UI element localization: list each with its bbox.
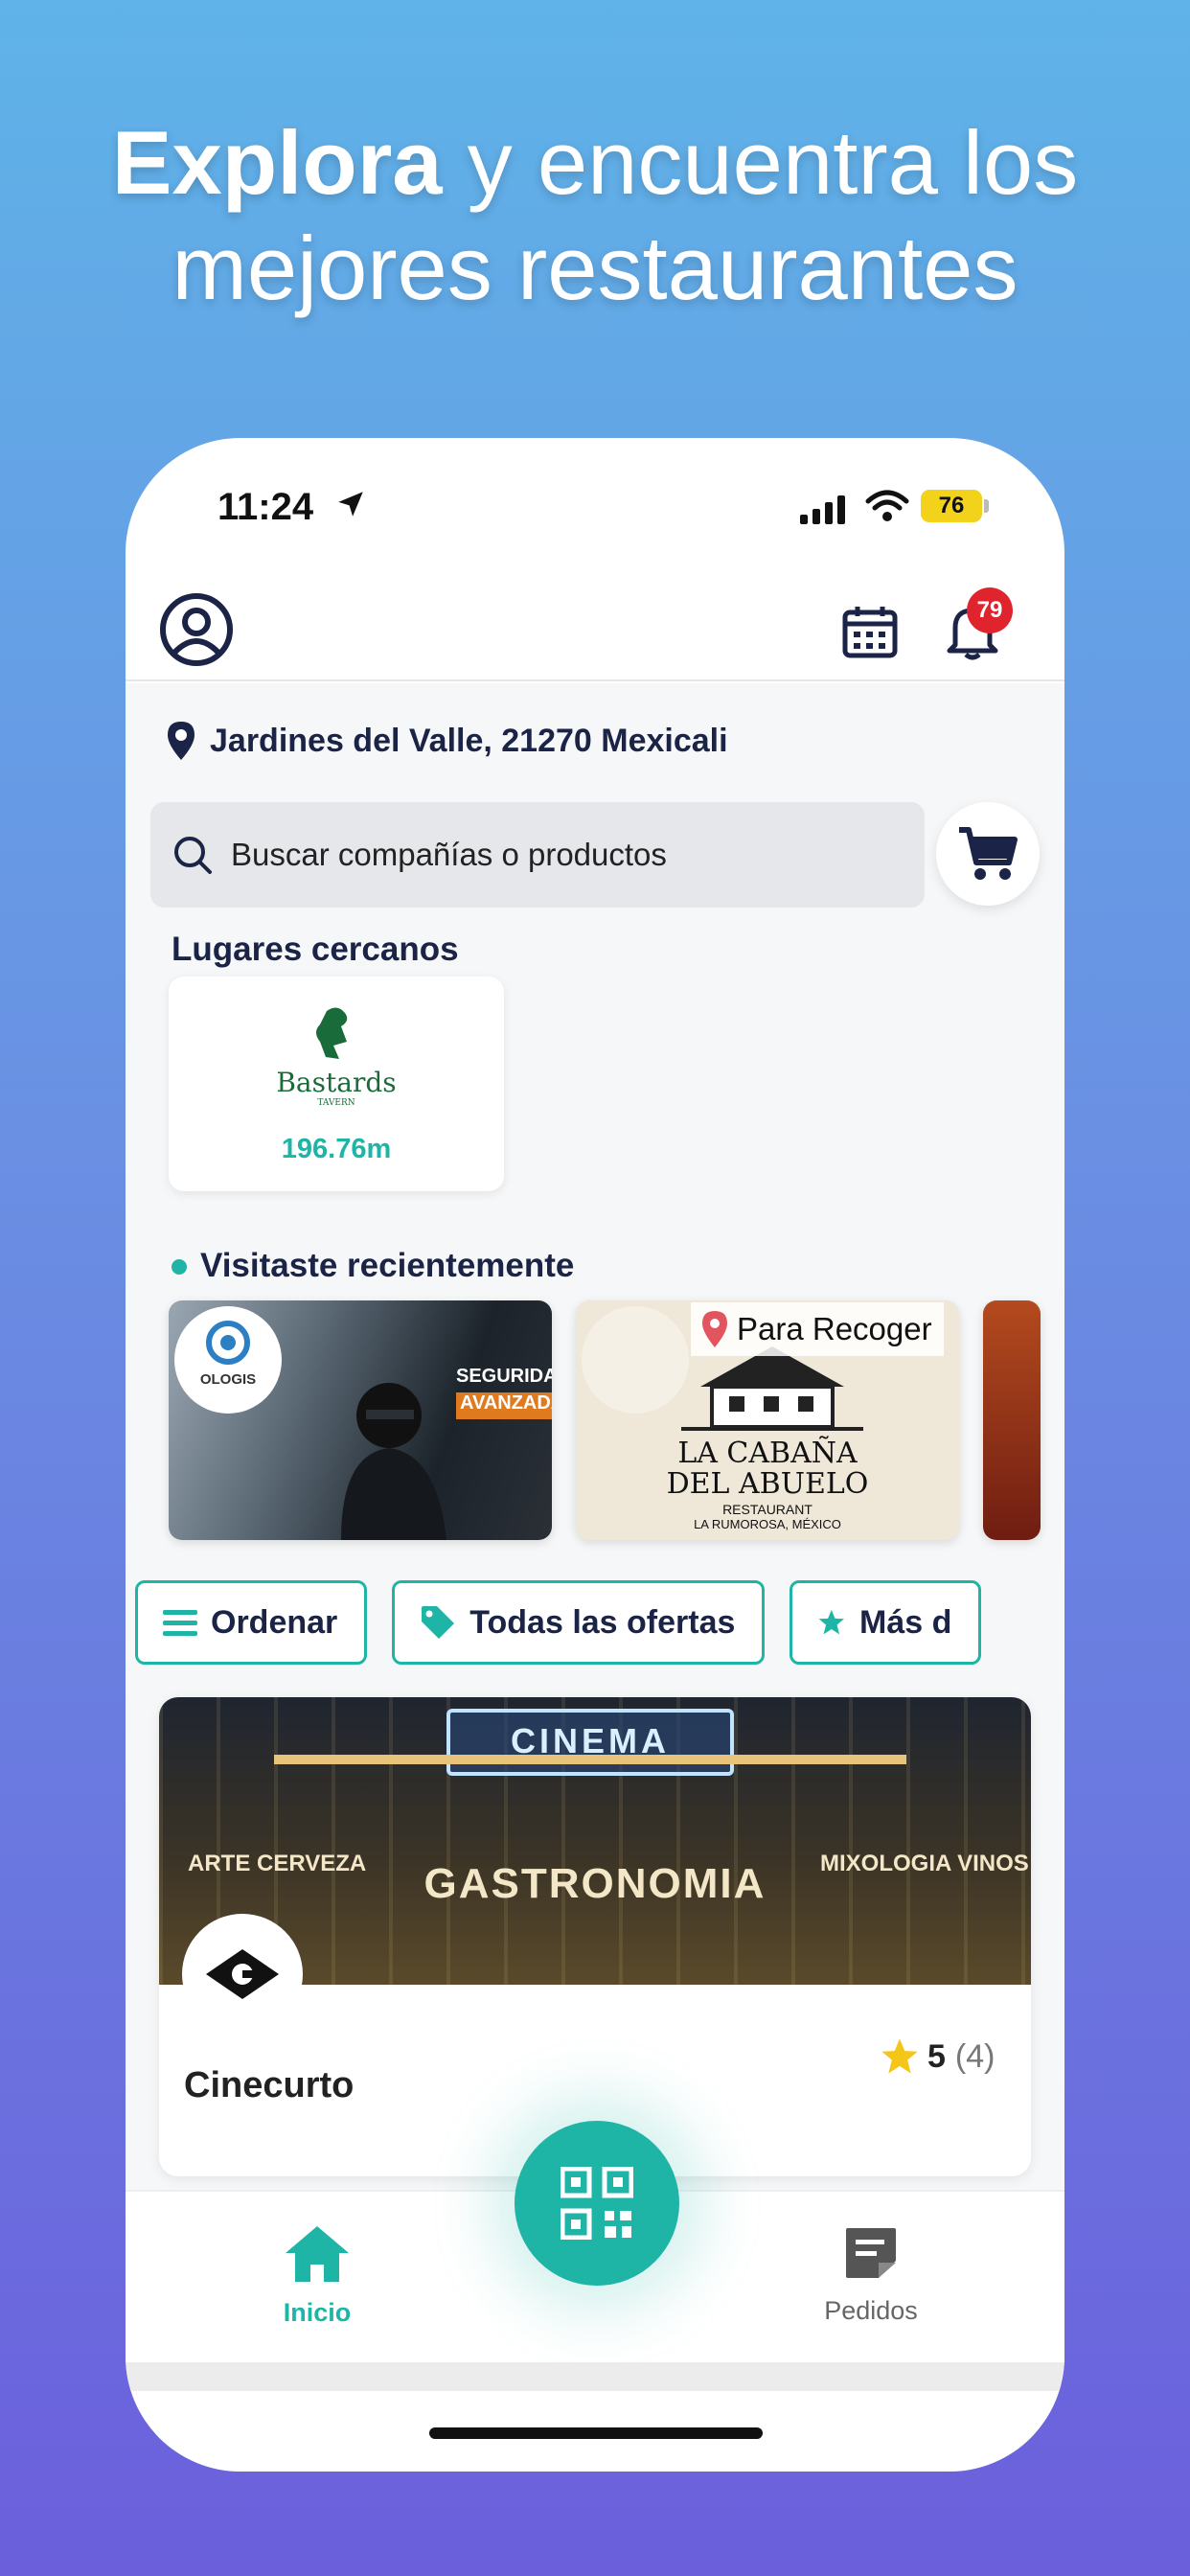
security-banner-2: AVANZADA — [456, 1392, 552, 1419]
notification-badge: 79 — [967, 587, 1013, 633]
ologis-logo: OLOGIS — [174, 1306, 282, 1414]
location-text: Jardines del Valle, 21270 Mexicali — [210, 722, 728, 759]
headline-line1: y encuentra los — [442, 112, 1079, 213]
cabana-sub-1: RESTAURANT — [722, 1502, 812, 1517]
filter-chips: Ordenar Todas las ofertas Más d — [135, 1580, 1006, 1665]
phone-frame: 11:24 76 79 Jardines del Valle, 21270 Me… — [126, 438, 1064, 2472]
nearby-card[interactable]: Bastards TAVERN 196.76m — [169, 977, 504, 1191]
more-chip-label: Más d — [859, 1603, 952, 1641]
security-banner-1: SEGURIDAD — [456, 1366, 552, 1387]
cabana-name-2: DEL ABUELO — [666, 1467, 869, 1501]
tab-orders-label: Pedidos — [824, 2296, 918, 2325]
bastards-logo-text: Bastards — [276, 1067, 396, 1098]
rating-count: (4) — [954, 2037, 995, 2075]
recent-card-cabana[interactable]: Para Recoger LA CABAÑA DEL ABUELO RESTAU… — [576, 1300, 959, 1540]
recent-title: Visitaste recientemente — [200, 1247, 575, 1284]
cart-icon — [959, 827, 1018, 880]
top-bar: 79 — [126, 563, 1064, 681]
burglar-photo-illustration — [341, 1383, 446, 1540]
menu-icon — [163, 1610, 197, 1636]
restaurant-name: Cinecurto — [184, 2065, 355, 2105]
more-chip[interactable]: Más d — [790, 1580, 982, 1665]
bottom-strip — [126, 2362, 1064, 2391]
ologis-logo-text: OLOGIS — [199, 1371, 257, 1388]
nearby-title: Lugares cercanos — [172, 931, 459, 968]
qr-code-icon — [561, 2167, 633, 2240]
map-pin-icon — [168, 722, 195, 760]
cabana-sub-2: LA RUMOROSA, MÉXICO — [694, 1517, 841, 1531]
qr-scan-button[interactable] — [515, 2121, 679, 2286]
cinema-sign: CINEMA — [446, 1709, 734, 1776]
main-content: Jardines del Valle, 21270 Mexicali Busca… — [126, 683, 1064, 2190]
nearby-distance: 196.76m — [281, 1134, 392, 1164]
bastards-logo: Bastards TAVERN — [276, 1007, 397, 1108]
sign-left: ARTE CERVEZA — [188, 1851, 367, 1876]
home-icon — [286, 2226, 349, 2282]
battery-tip — [984, 499, 989, 513]
headline-line2: mejores restaurantes — [172, 218, 1018, 318]
sort-chip[interactable]: Ordenar — [135, 1580, 368, 1665]
search-icon — [174, 837, 212, 874]
restaurant-rating: 5 (4) — [880, 2036, 995, 2077]
status-time: 11:24 — [217, 486, 314, 528]
location-arrow-icon — [338, 492, 363, 517]
headline: Explora y encuentra los mejores restaura… — [0, 110, 1190, 321]
search-input[interactable]: Buscar compañías o productos — [150, 802, 925, 908]
recent-card-partial[interactable] — [983, 1300, 1041, 1540]
bastards-logo-sub: TAVERN — [317, 1098, 355, 1108]
cart-button[interactable] — [936, 802, 1040, 906]
rating-value: 5 — [927, 2037, 946, 2075]
tag-icon — [422, 1606, 455, 1639]
pickup-text: Para Recoger — [737, 1311, 932, 1346]
search-placeholder: Buscar compañías o productos — [231, 837, 667, 872]
marquee-bar — [274, 1755, 906, 1764]
status-bar: 11:24 76 — [126, 438, 1064, 563]
ologis-mark-icon — [206, 1321, 250, 1365]
headline-bold: Explora — [111, 112, 443, 213]
tab-orders[interactable]: Pedidos — [775, 2224, 967, 2326]
home-indicator[interactable] — [429, 2427, 763, 2439]
signal-icon — [800, 495, 845, 524]
restaurant-card[interactable]: CINEMA GASTRONOMIA ARTE CERVEZA MIXOLOGI… — [159, 1697, 1031, 2176]
star-icon — [819, 1609, 845, 1635]
wifi-icon — [865, 490, 909, 521]
calendar-icon[interactable] — [842, 605, 898, 658]
battery-indicator: 76 — [921, 490, 982, 522]
cinecurto-logo-icon — [206, 1949, 279, 1999]
pickup-label: Para Recoger — [691, 1302, 944, 1356]
profile-avatar-icon[interactable] — [160, 593, 233, 666]
sign-right: MIXOLOGIA VINOS — [820, 1851, 1029, 1876]
location-selector[interactable]: Jardines del Valle, 21270 Mexicali — [166, 720, 728, 762]
offers-chip-label: Todas las ofertas — [469, 1603, 736, 1641]
recent-card-ologis[interactable]: OLOGIS SEGURIDAD AVANZADA — [169, 1300, 552, 1540]
sort-chip-label: Ordenar — [211, 1603, 338, 1641]
recent-dot — [172, 1259, 187, 1275]
pin-icon — [702, 1311, 727, 1347]
star-icon — [881, 2038, 918, 2074]
cabana-logo — [582, 1306, 689, 1414]
tab-home[interactable]: Inicio — [221, 2224, 413, 2328]
tab-home-label: Inicio — [283, 2298, 352, 2327]
offers-chip[interactable]: Todas las ofertas — [392, 1580, 766, 1665]
restaurant-logo — [182, 1914, 303, 2035]
orders-icon — [846, 2228, 896, 2278]
cabana-name-1: LA CABAÑA — [677, 1437, 858, 1470]
